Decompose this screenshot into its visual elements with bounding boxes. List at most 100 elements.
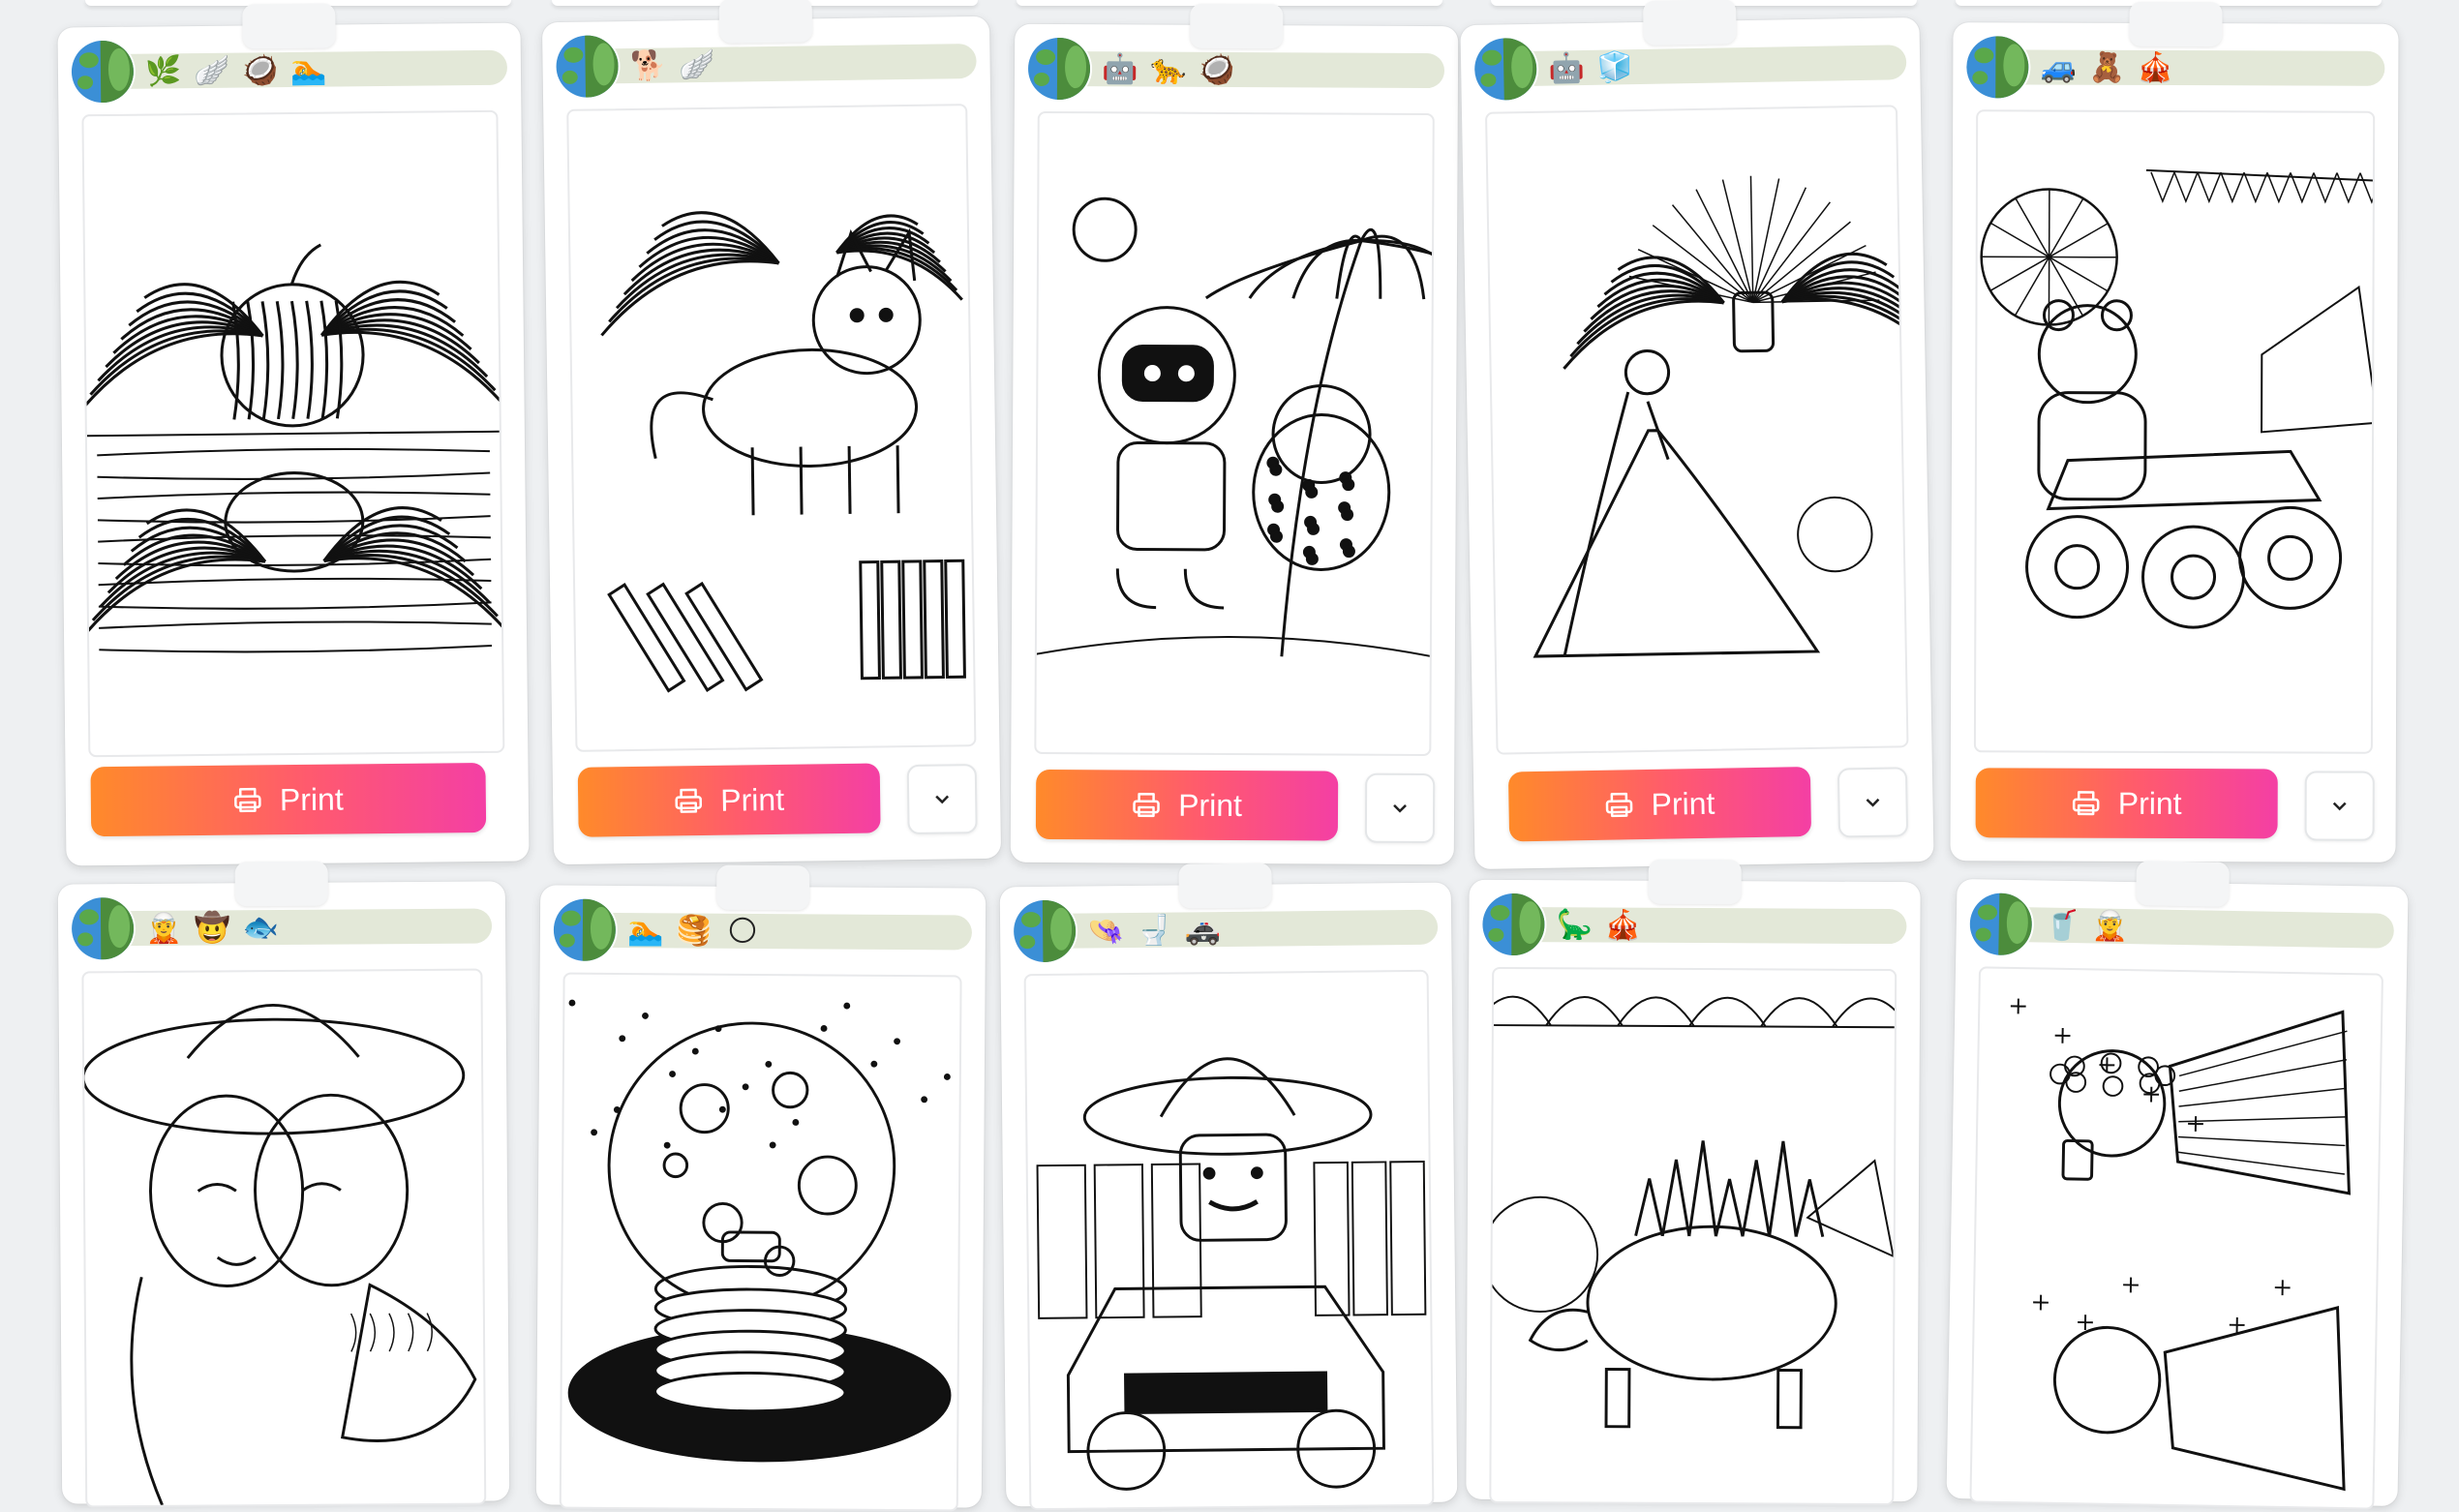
theme-emoji-icon: 🧊	[1596, 49, 1634, 85]
coloring-page-card[interactable]: 🌿 🪽 🥥 🏊 Print	[57, 3, 530, 866]
theme-emoji-icon: 🎪	[2137, 50, 2174, 85]
coloring-page-image[interactable]	[1023, 969, 1435, 1511]
coloring-page-card[interactable]: 🧝 🤠 🐟	[57, 861, 510, 1508]
coloring-page-image[interactable]	[81, 109, 505, 758]
theme-emoji-icon: 🪽	[194, 53, 230, 88]
earth-globe-icon	[1966, 36, 2029, 99]
line-art-illustration	[567, 999, 952, 1463]
theme-emoji-list: 🤖 🧊	[1544, 44, 1638, 92]
theme-emoji-icon: 🐕	[629, 47, 667, 83]
theme-emoji-icon: 👒	[1087, 913, 1124, 949]
theme-emoji-icon: 🐟	[242, 910, 279, 945]
chevron-down-icon	[2332, 801, 2347, 811]
printer-icon	[2073, 791, 2100, 816]
print-button[interactable]: Print	[577, 763, 881, 837]
card-header: 🚙 🧸 🎪	[1966, 36, 2385, 99]
theme-emoji-icon: 🧝	[2091, 908, 2129, 944]
theme-emoji-list: 🏊 🥞 🌕	[623, 907, 765, 954]
theme-emoji-list: 🚙 🧸 🎪	[2036, 44, 2177, 91]
coloring-page-image[interactable]	[1973, 109, 2376, 754]
line-art-illustration	[83, 1003, 477, 1506]
theme-emoji-list: 👒 🚽 🚓	[1083, 906, 1225, 954]
chevron-down-icon	[1393, 803, 1407, 813]
card-header: 🤖 🐆 🥥	[1027, 37, 1445, 101]
earth-globe-icon	[1969, 892, 2033, 956]
theme-emoji-list: 🌿 🪽 🥥 🏊	[141, 46, 331, 95]
line-art-illustration	[1980, 168, 2374, 629]
coloring-page-image[interactable]	[559, 972, 962, 1512]
card-header: 🦕 🎪	[1482, 892, 1907, 956]
printer-icon	[675, 788, 703, 813]
line-art-illustration	[600, 211, 966, 693]
theme-emoji-list: 🐕 🪽	[625, 42, 719, 89]
theme-emoji-icon: 🐆	[1150, 52, 1187, 87]
card-header: 🐕 🪽	[556, 30, 977, 99]
print-button[interactable]: Print	[90, 762, 487, 837]
coloring-page-image[interactable]	[1969, 966, 2383, 1510]
earth-globe-icon	[1473, 37, 1537, 101]
card-header: 🌿 🪽 🥥 🏊	[71, 37, 508, 104]
print-options-dropdown[interactable]	[2304, 771, 2375, 841]
chevron-down-icon	[1866, 798, 1880, 807]
coloring-page-card[interactable]: 🐕 🪽 Print	[541, 0, 1002, 865]
coloring-page-card[interactable]: 🤖 🧊 Print	[1460, 0, 1934, 870]
theme-emoji-icon: 🤠	[194, 910, 230, 946]
line-art-illustration	[1036, 197, 1433, 659]
coloring-page-image[interactable]	[1034, 110, 1435, 757]
theme-emoji-icon: 🎪	[1604, 908, 1642, 943]
coloring-page-card[interactable]: 🦕 🎪	[1466, 859, 1921, 1506]
print-options-dropdown[interactable]	[1837, 767, 1909, 838]
coloring-page-image[interactable]	[1484, 105, 1909, 755]
theme-emoji-icon: 🥥	[242, 52, 279, 88]
print-options-dropdown[interactable]	[906, 764, 978, 835]
print-button[interactable]: Print	[1975, 768, 2278, 839]
print-button-label: Print	[720, 781, 785, 818]
print-options-dropdown[interactable]	[1364, 772, 1436, 844]
print-button-label: Print	[1651, 785, 1715, 822]
card-header: 🧝 🤠 🐟	[71, 894, 493, 960]
theme-emoji-icon: 🚙	[2040, 50, 2078, 85]
coloring-page-card[interactable]: 🚙 🧸 🎪 Print	[1950, 1, 2399, 862]
coloring-page-card[interactable]: 🥤 🧝	[1946, 861, 2409, 1510]
print-button[interactable]: Print	[1507, 767, 1812, 842]
print-button-label: Print	[279, 780, 344, 817]
coloring-page-image[interactable]	[566, 104, 977, 752]
theme-emoji-icon: 🥥	[1199, 52, 1235, 87]
theme-emoji-icon: 🧝	[145, 911, 182, 946]
theme-emoji-list: 🤖 🐆 🥥	[1098, 45, 1239, 93]
theme-emoji-icon: 🏊	[290, 52, 327, 87]
earth-globe-icon	[1027, 37, 1091, 101]
card-header: 👒 🚽 🚓	[1013, 896, 1439, 963]
card-header: 🤖 🧊	[1473, 31, 1907, 101]
coloring-page-card[interactable]: 👒 🚽 🚓	[999, 862, 1458, 1511]
theme-emoji-icon: 🤖	[1102, 51, 1138, 86]
coloring-page-image[interactable]	[1489, 966, 1897, 1506]
print-button[interactable]: Print	[1035, 769, 1339, 841]
theme-emoji-list: 🧝 🤠 🐟	[141, 904, 283, 952]
earth-globe-icon	[556, 35, 620, 99]
coloring-page-image[interactable]	[81, 968, 487, 1508]
theme-emoji-icon: 🚓	[1184, 912, 1221, 947]
printer-icon	[1133, 792, 1160, 818]
theme-emoji-icon: 🌿	[145, 53, 182, 89]
theme-emoji-icon: 🦕	[1556, 907, 1594, 942]
theme-emoji-icon: 🧸	[2088, 50, 2126, 85]
chevron-down-icon	[935, 795, 950, 804]
coloring-page-card[interactable]: 🏊 🥞 🌕	[535, 864, 987, 1512]
coloring-page-card[interactable]: 🤖 🐆 🥥 Print	[1010, 3, 1459, 865]
line-art-illustration	[2010, 998, 2351, 1492]
earth-globe-icon	[1482, 892, 1545, 956]
line-art-illustration	[1491, 995, 1896, 1430]
earth-globe-icon	[71, 897, 135, 960]
theme-emoji-icon: 🚽	[1136, 913, 1172, 948]
theme-emoji-icon: 🪽	[678, 47, 715, 82]
earth-globe-icon	[553, 898, 617, 961]
line-art-illustration	[1533, 175, 1907, 658]
line-art-illustration	[1036, 1057, 1427, 1491]
theme-emoji-icon: 🤖	[1548, 50, 1586, 86]
line-art-illustration	[83, 243, 503, 653]
theme-emoji-icon: 🌕	[727, 914, 758, 949]
theme-emoji-icon: 🥞	[676, 913, 713, 949]
card-header: 🥤 🧝	[1969, 892, 2395, 960]
theme-emoji-icon: 🏊	[627, 913, 664, 948]
